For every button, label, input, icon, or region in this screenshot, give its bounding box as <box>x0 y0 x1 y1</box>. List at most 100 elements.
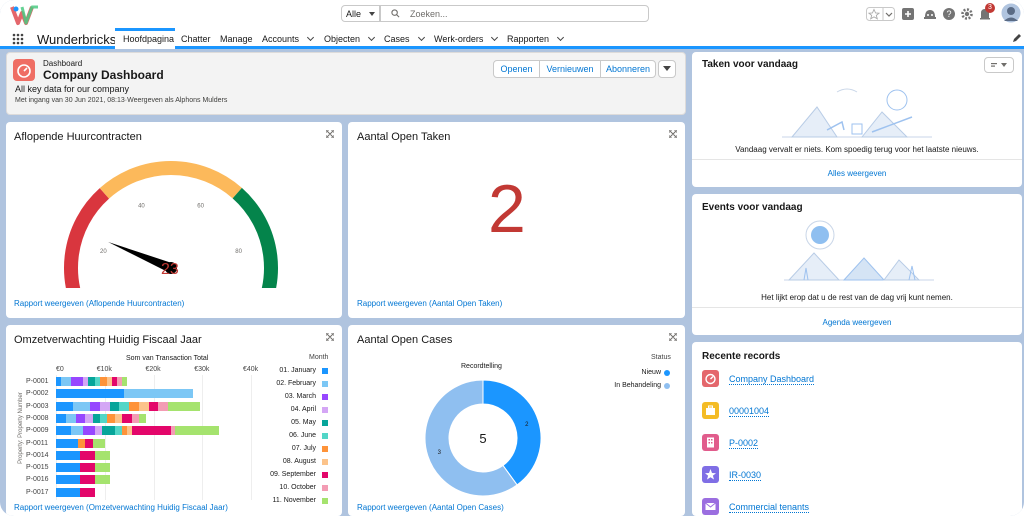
bar-segment[interactable] <box>77 438 86 448</box>
legend-title: Month <box>309 354 329 361</box>
bar-segment[interactable] <box>95 475 110 485</box>
bar-segment[interactable] <box>56 438 78 448</box>
bar-segment[interactable] <box>121 413 132 423</box>
bar-segment[interactable] <box>73 401 91 411</box>
bar-segment[interactable] <box>56 487 81 497</box>
bar-segment[interactable] <box>56 389 125 399</box>
bar-segment[interactable] <box>92 413 100 423</box>
bar-segment[interactable] <box>56 463 81 473</box>
bar-segment[interactable] <box>138 401 149 411</box>
gauge-segment-low <box>64 188 110 288</box>
bar-segment[interactable] <box>80 487 95 497</box>
bar-segment[interactable] <box>175 426 220 436</box>
bar-segment[interactable] <box>131 413 139 423</box>
bar-segment[interactable] <box>109 401 120 411</box>
expand-icon[interactable] <box>326 333 334 341</box>
bar-segment[interactable] <box>56 450 81 460</box>
open-tasks-widget: Aantal Open Taken 2 Rapport weergeven (A… <box>348 122 685 318</box>
bar-segment[interactable] <box>85 413 93 423</box>
bar-segment[interactable] <box>75 413 86 423</box>
tab-rapporten[interactable]: Rapporten <box>507 28 565 49</box>
refresh-button[interactable]: Vernieuwen <box>539 60 601 78</box>
bar-segment[interactable] <box>99 413 108 423</box>
bar-segment[interactable] <box>99 401 110 411</box>
bar-segment[interactable] <box>70 426 83 436</box>
tasks-report-link[interactable]: Rapport weergeven (Aantal Open Taken) <box>357 299 502 308</box>
app-launcher-icon[interactable] <box>12 33 24 45</box>
tab-label: Accounts <box>262 34 300 44</box>
bar-segment[interactable] <box>95 463 110 473</box>
setup-assistant-icon[interactable] <box>922 5 938 23</box>
bar-segment[interactable] <box>95 426 103 436</box>
bar-segment[interactable] <box>82 426 95 436</box>
bar-segment[interactable] <box>56 475 81 485</box>
bar-segment[interactable] <box>148 401 159 411</box>
view-all-tasks-link[interactable]: Alles weergeven <box>692 169 1022 178</box>
edit-nav-icon[interactable] <box>1012 33 1022 43</box>
bar-segment[interactable] <box>70 377 83 386</box>
bar-segment[interactable] <box>56 413 66 423</box>
help-icon[interactable]: ? <box>942 5 956 23</box>
bar-segment[interactable] <box>119 401 130 411</box>
tab-cases[interactable]: Cases <box>384 28 425 49</box>
bar-segment[interactable] <box>102 426 115 436</box>
bar-segment[interactable] <box>87 377 95 386</box>
expand-icon[interactable] <box>326 130 334 138</box>
bar-segment[interactable] <box>90 401 100 411</box>
bar-segment[interactable] <box>121 377 127 386</box>
legend-entry: 05. May <box>291 419 316 426</box>
bar-segment[interactable] <box>92 438 105 448</box>
record-link[interactable]: 00001004 <box>729 406 770 417</box>
tab-accounts[interactable]: Accounts <box>262 28 315 49</box>
expand-icon[interactable] <box>669 333 677 341</box>
tab-hoofdpagina[interactable]: Hoofdpagina <box>115 28 175 49</box>
favorites-star-icon[interactable] <box>866 5 896 23</box>
y-tick-label: P-0015 <box>26 464 49 472</box>
bar-segment[interactable] <box>60 377 71 386</box>
donut-slice[interactable] <box>482 379 542 486</box>
bar-segment[interactable] <box>168 401 200 411</box>
avatar[interactable] <box>1000 2 1022 24</box>
search-input[interactable]: Zoeken... <box>380 5 649 22</box>
tab-manage[interactable]: Manage <box>220 28 253 49</box>
bar-segment[interactable] <box>124 389 193 399</box>
subscribe-button[interactable]: Abonneren <box>600 60 656 78</box>
bar-segment[interactable] <box>85 438 93 448</box>
bar-segment[interactable] <box>56 401 74 411</box>
bar-segment[interactable] <box>80 463 95 473</box>
bar-segment[interactable] <box>56 426 71 436</box>
bar-segment[interactable] <box>129 401 139 411</box>
tab-objecten[interactable]: Objecten <box>324 28 376 49</box>
tab-chatter[interactable]: Chatter <box>181 28 211 49</box>
legend-entry: 08. August <box>282 458 316 465</box>
chart-title: Recordtelling <box>461 363 502 370</box>
bar-segment[interactable] <box>65 413 76 423</box>
bar-segment[interactable] <box>114 426 122 436</box>
revenue-report-link[interactable]: Rapport weergeven (Omzetverwachting Huid… <box>14 503 228 512</box>
open-button[interactable]: Openen <box>493 60 540 78</box>
record-link[interactable]: IR-0030 <box>729 470 762 481</box>
search-scope-select[interactable]: Alle <box>341 5 380 22</box>
bar-segment[interactable] <box>107 413 115 423</box>
more-actions-button[interactable] <box>658 60 676 78</box>
gear-icon[interactable] <box>960 5 974 23</box>
record-link[interactable]: Commercial tenants <box>729 502 810 513</box>
bar-segment[interactable] <box>95 450 110 460</box>
tasks-filter-button[interactable] <box>984 57 1014 73</box>
bar-segment[interactable] <box>99 377 108 386</box>
bar-segment[interactable] <box>80 475 95 485</box>
bar-segment[interactable] <box>114 413 122 423</box>
record-link[interactable]: P-0002 <box>729 438 759 449</box>
add-icon[interactable] <box>901 5 915 23</box>
bar-segment[interactable] <box>138 413 147 423</box>
cases-report-link[interactable]: Rapport weergeven (Aantal Open Cases) <box>357 503 504 512</box>
record-link[interactable]: Company Dashboard <box>729 374 815 385</box>
gauge-report-link[interactable]: Rapport weergeven (Aflopende Huurcontrac… <box>14 299 184 308</box>
bar-segment[interactable] <box>131 426 171 436</box>
expand-icon[interactable] <box>669 130 677 138</box>
bar-segment[interactable] <box>80 450 95 460</box>
view-calendar-link[interactable]: Agenda weergeven <box>692 318 1022 327</box>
tab-werk-orders[interactable]: Werk-orders <box>434 28 499 49</box>
bar-segment[interactable] <box>158 401 169 411</box>
legend-swatch <box>322 446 328 452</box>
